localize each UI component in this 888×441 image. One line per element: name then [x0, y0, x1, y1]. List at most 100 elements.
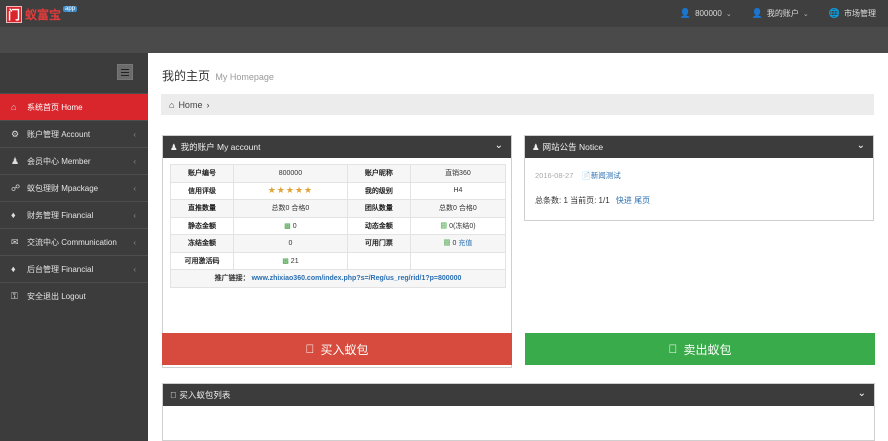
- table-cell: 账户编号: [170, 164, 234, 183]
- page-title-text: 我的主页: [162, 69, 211, 83]
- account-panel-header[interactable]: ♟ 我的账户 My account ⌄: [163, 136, 511, 158]
- comments-icon: ✉: [11, 236, 19, 247]
- sell-button[interactable]:  卖出蚁包: [525, 333, 875, 365]
- tag-icon: ♦: [11, 264, 16, 274]
- sidebar-item-home[interactable]: ⌂ 系统首页 Home: [0, 93, 156, 120]
- notice-title-link[interactable]: 📄新闻测试: [581, 171, 620, 180]
- pagination-summary: 总条数: 1 当前页: 1/1: [535, 196, 610, 205]
- recharge-link[interactable]: 充值: [458, 240, 472, 247]
- table-row: 推广链接： www.zhixiao360.com/index.php?s=/Re…: [170, 269, 506, 288]
- sidebar-item-label: 财务管理 Financial: [27, 210, 94, 220]
- chevron-down-icon: ⌄: [725, 10, 732, 18]
- cart-icon: ☍: [11, 182, 21, 193]
- logo[interactable]: 门 蚁富宝 app: [6, 5, 78, 23]
- table-cell: [346, 251, 411, 270]
- chevron-left-icon: ‹: [133, 183, 136, 193]
- notice-item: 2016-08-27 📄新闻测试: [535, 170, 621, 181]
- table-cell: 0: [233, 234, 348, 253]
- promo-link[interactable]: www.zhixiao360.com/index.php?s=/Reg/us_r…: [252, 275, 462, 282]
- money-icon: ▩: [443, 240, 451, 248]
- table-cell: [409, 251, 507, 270]
- chevron-left-icon: ‹: [133, 210, 136, 220]
- market-menu[interactable]: 🌐 市场管理: [829, 8, 876, 19]
- chevron-right-icon: ›: [206, 99, 210, 110]
- table-cell: 冻结金额: [170, 234, 234, 253]
- table-cell: 总数0 合格0: [409, 199, 507, 218]
- header-band: [0, 27, 888, 53]
- chevron-down-icon[interactable]: ⌄: [857, 140, 865, 151]
- globe-icon: 🌐: [828, 8, 840, 18]
- breadcrumb-home-link[interactable]: Home: [178, 100, 202, 110]
- user-icon: ♟: [532, 141, 540, 152]
- chevron-left-icon: ‹: [133, 264, 136, 274]
- logo-text: 蚁富宝: [25, 7, 62, 22]
- sidebar-menu: ⌂ 系统首页 Home ⚙ 账户管理 Account ‹ ♟ 会员中心 Memb…: [0, 93, 156, 309]
- page-title-en: My Homepage: [215, 72, 274, 82]
- table-cell: 800000: [233, 164, 348, 183]
- document-icon: 📄: [581, 171, 591, 180]
- chevron-left-icon: ‹: [133, 237, 136, 247]
- sidebar-item-communication[interactable]: ✉ 交流中心 Communication ‹: [0, 228, 148, 255]
- table-cell: H4: [409, 181, 507, 200]
- notice-panel-title: 网站公告 Notice: [542, 142, 604, 152]
- top-bar: 门 蚁富宝 app 👤 800000 ⌄ 👤 我的账户 ⌄ 🌐 市场管理: [0, 0, 888, 27]
- chevron-down-icon[interactable]: ⌄: [495, 140, 503, 151]
- static-amount: 0: [292, 222, 297, 230]
- notice-panel-header[interactable]: ♟ 网站公告 Notice ⌄: [525, 136, 873, 158]
- sidebar-item-label: 蚁包理财 Mpackage: [27, 183, 99, 193]
- sidebar-item-mpackage[interactable]: ☍ 蚁包理财 Mpackage ‹: [0, 174, 148, 201]
- promo-label: 推广链接：: [214, 275, 250, 283]
- buy-list-header[interactable]:  买入蚁包列表 ⌄: [163, 384, 874, 406]
- table-cell: 可用激活码: [170, 251, 234, 270]
- sidebar-item-financial[interactable]: ♦ 财务管理 Financial ‹: [0, 201, 148, 228]
- sell-button-label: 卖出蚁包: [678, 342, 731, 357]
- tag-icon: ♦: [11, 210, 16, 220]
- notice-pagination: 总条数: 1 当前页: 1/1 快进 尾页: [535, 195, 650, 206]
- buy-list-panel:  买入蚁包列表 ⌄: [162, 383, 875, 441]
- chevron-left-icon: ‹: [133, 129, 136, 139]
- notice-date: 2016-08-27: [535, 171, 574, 180]
- sidebar-item-label: 后台管理 Financial: [27, 264, 94, 274]
- home-icon: ⌂: [11, 102, 17, 112]
- breadcrumb: ⌂ Home ›: [161, 94, 874, 115]
- sidebar-item-logout[interactable]: ⚿ 安全退出 Logout: [0, 282, 148, 309]
- buy-button[interactable]:  买入蚁包: [162, 333, 512, 365]
- chevron-down-icon[interactable]: ⌄: [858, 388, 866, 399]
- page-title: 我的主页 My Homepage: [162, 67, 274, 84]
- money-icon: ▩: [440, 222, 448, 230]
- sidebar-item-admin[interactable]: ♦ 后台管理 Financial ‹: [0, 255, 148, 282]
- sidebar-item-label: 账户管理 Account: [27, 129, 91, 139]
- account-menu-label: 我的账户: [766, 9, 799, 18]
- apple-icon: : [305, 342, 314, 356]
- notice-panel: ♟ 网站公告 Notice ⌄ 2016-08-27 📄新闻测试 总条数: 1 …: [524, 135, 874, 221]
- user-icon: ♟: [11, 155, 20, 166]
- logo-mark: 门: [6, 5, 22, 23]
- sidebar-toggle-button[interactable]: [117, 64, 133, 80]
- table-cell: 直推数量: [170, 199, 234, 218]
- table-cell: 静态金额: [170, 216, 234, 235]
- table-row: 信用评级 ★★★★★ 我的级别 H4: [170, 181, 507, 200]
- logo-badge: app: [63, 6, 78, 12]
- account-menu[interactable]: 👤 我的账户 ⌄: [752, 8, 809, 19]
- user-menu[interactable]: 👤 800000 ⌄: [680, 9, 732, 19]
- ticket-count: 0: [452, 240, 457, 248]
- sidebar-item-label: 交流中心 Communication: [27, 237, 117, 247]
- sidebar: ⌂ 系统首页 Home ⚙ 账户管理 Account ‹ ♟ 会员中心 Memb…: [0, 53, 156, 441]
- table-cell: 动态金额: [346, 216, 411, 235]
- dynamic-amount: 0(冻结0): [449, 222, 476, 230]
- top-nav: 👤 800000 ⌄ 👤 我的账户 ⌄ 🌐 市场管理: [680, 0, 876, 27]
- sidebar-item-label: 会员中心 Member: [27, 156, 91, 166]
- pagination-links[interactable]: 快进 尾页: [616, 196, 650, 205]
- account-table: 账户编号 800000 账户昵称 直销360 信用评级 ★★★★★ 我的级别 H…: [170, 164, 507, 288]
- sidebar-item-member[interactable]: ♟ 会员中心 Member ‹: [0, 147, 148, 174]
- money-icon: ▩: [284, 222, 291, 230]
- user-icon: 👤: [751, 8, 763, 18]
- table-cell: ▩ 21: [233, 251, 348, 270]
- chevron-left-icon: ‹: [133, 156, 136, 166]
- table-cell: 信用评级: [170, 181, 234, 200]
- table-cell: 账户昵称: [346, 164, 411, 183]
- sidebar-item-label: 安全退出 Logout: [27, 291, 86, 301]
- chevron-down-icon: ⌄: [802, 10, 809, 18]
- sidebar-item-account[interactable]: ⚙ 账户管理 Account ‹: [0, 120, 148, 147]
- table-cell: ▩ 0 充值: [409, 234, 507, 253]
